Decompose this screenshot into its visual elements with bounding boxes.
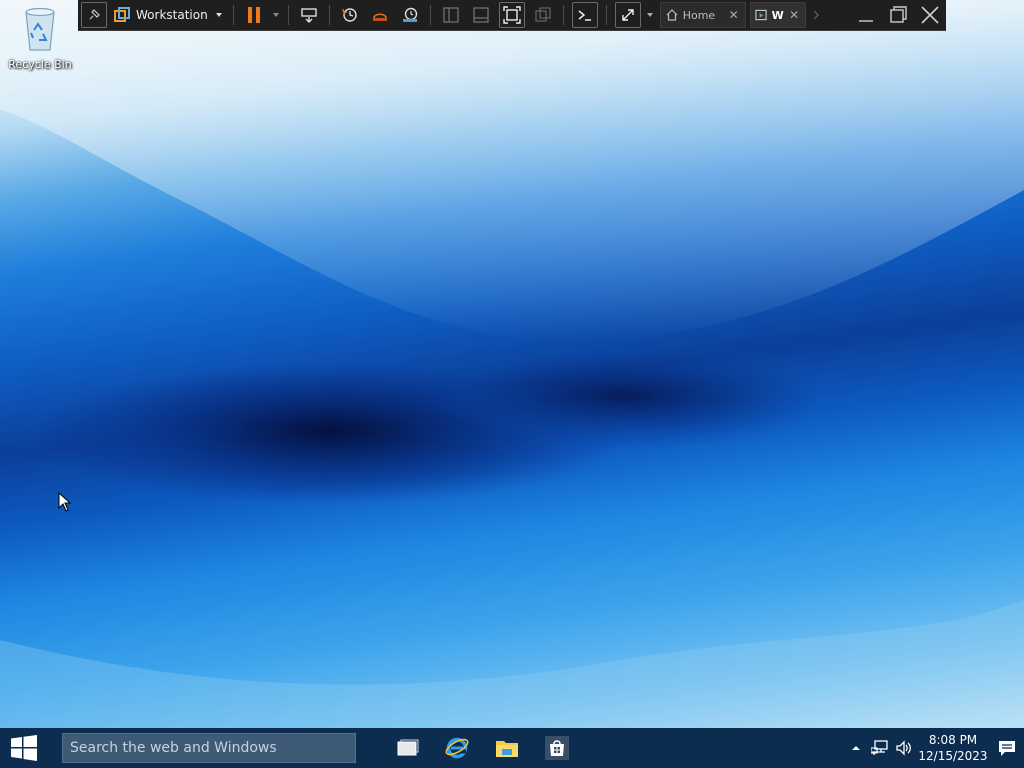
file-explorer-button[interactable] bbox=[482, 728, 532, 768]
terminal-icon bbox=[578, 10, 591, 21]
send-ctrl-alt-del-button[interactable] bbox=[297, 3, 321, 27]
tab-home[interactable]: Home ✕ bbox=[659, 2, 746, 28]
desktop-icon-recycle-bin[interactable]: Recycle Bin bbox=[4, 4, 76, 76]
close-window-button[interactable] bbox=[918, 3, 942, 27]
desktop: Recycle Bin Workstation Home ✕ W ✕ Searc… bbox=[0, 0, 1024, 768]
chevron-right-icon bbox=[813, 10, 819, 20]
tab-vm-label: W bbox=[771, 8, 784, 22]
toolbar-separator bbox=[232, 5, 234, 25]
workstation-menu[interactable]: Workstation bbox=[110, 3, 228, 27]
toolbar-separator bbox=[562, 5, 564, 25]
network-icon bbox=[871, 740, 888, 755]
taskbar-search-box[interactable] bbox=[62, 733, 356, 763]
snapshot-icon bbox=[342, 8, 357, 22]
clock-date: 12/15/2023 bbox=[918, 749, 988, 763]
snapshot-manager-button[interactable] bbox=[398, 3, 422, 27]
close-tab-button[interactable]: ✕ bbox=[727, 8, 741, 22]
thumbnail-bar-icon bbox=[473, 7, 489, 23]
unity-icon bbox=[535, 7, 551, 22]
vmware-logo-icon bbox=[114, 7, 130, 22]
stretch-guest-button[interactable] bbox=[614, 2, 641, 28]
snapshot-button[interactable] bbox=[338, 3, 362, 27]
minimize-button[interactable] bbox=[854, 3, 878, 27]
pinned-apps bbox=[382, 728, 582, 768]
volume-icon bbox=[896, 740, 911, 756]
toolbar-separator bbox=[328, 5, 330, 25]
windows-logo-icon bbox=[11, 735, 37, 761]
snapshot-manager-icon bbox=[402, 7, 417, 22]
volume-button[interactable] bbox=[892, 728, 916, 768]
stretch-dropdown[interactable] bbox=[644, 3, 656, 27]
vm-icon bbox=[755, 9, 767, 21]
vmware-toolbar: Workstation Home ✕ W ✕ bbox=[78, 0, 946, 31]
wallpaper bbox=[0, 0, 1024, 728]
pin-button[interactable] bbox=[81, 2, 107, 28]
window-controls bbox=[850, 3, 946, 27]
workstation-menu-label: Workstation bbox=[136, 8, 208, 22]
mouse-cursor-icon bbox=[58, 492, 72, 512]
search-input[interactable] bbox=[63, 739, 355, 757]
toolbar-separator bbox=[429, 5, 431, 25]
store-icon bbox=[545, 736, 569, 760]
stretch-icon bbox=[621, 9, 634, 21]
recycle-bin-icon bbox=[25, 7, 55, 51]
chevron-down-icon bbox=[272, 13, 279, 17]
tab-vm[interactable]: W ✕ bbox=[749, 2, 806, 28]
show-hidden-icons-button[interactable] bbox=[844, 728, 868, 768]
tab-home-label: Home bbox=[682, 8, 716, 22]
tab-scroll-right[interactable] bbox=[809, 3, 823, 27]
store-button[interactable] bbox=[532, 728, 582, 768]
chevron-down-icon bbox=[215, 13, 222, 17]
network-button[interactable] bbox=[868, 728, 892, 768]
show-thumbnail-bar-button[interactable] bbox=[469, 3, 493, 27]
restore-icon bbox=[890, 6, 907, 23]
send-keys-icon bbox=[300, 8, 317, 23]
toolbar-separator bbox=[605, 5, 607, 25]
taskbar: 8:08 PM 12/15/2023 bbox=[0, 728, 1024, 768]
minimize-icon bbox=[859, 20, 873, 22]
close-icon bbox=[921, 6, 939, 24]
desktop-icon-label: Recycle Bin bbox=[8, 58, 72, 71]
pause-button[interactable] bbox=[242, 3, 266, 27]
pause-icon bbox=[247, 7, 260, 23]
clock-time: 8:08 PM bbox=[928, 733, 978, 747]
start-button[interactable] bbox=[0, 728, 48, 768]
full-screen-icon bbox=[502, 6, 521, 24]
system-tray: 8:08 PM 12/15/2023 bbox=[844, 728, 1024, 768]
toolbar-separator bbox=[287, 5, 289, 25]
full-screen-button[interactable] bbox=[498, 2, 525, 28]
chevron-up-icon bbox=[852, 746, 860, 750]
action-center-button[interactable] bbox=[990, 728, 1024, 768]
file-explorer-icon bbox=[496, 741, 518, 757]
library-icon bbox=[443, 7, 459, 23]
internet-explorer-icon bbox=[445, 737, 469, 759]
home-icon bbox=[666, 9, 678, 21]
show-library-button[interactable] bbox=[439, 3, 463, 27]
pin-icon bbox=[89, 9, 100, 20]
restore-button[interactable] bbox=[886, 3, 910, 27]
console-view-button[interactable] bbox=[571, 2, 598, 28]
close-tab-button[interactable]: ✕ bbox=[788, 8, 801, 22]
taskbar-clock[interactable]: 8:08 PM 12/15/2023 bbox=[916, 732, 990, 764]
revert-snapshot-icon bbox=[372, 13, 387, 21]
task-view-button[interactable] bbox=[382, 728, 432, 768]
power-dropdown[interactable] bbox=[269, 3, 283, 27]
notification-icon bbox=[999, 741, 1015, 756]
chevron-down-icon bbox=[646, 13, 653, 17]
revert-snapshot-button[interactable] bbox=[368, 3, 392, 27]
unity-button[interactable] bbox=[531, 3, 555, 27]
internet-explorer-button[interactable] bbox=[432, 728, 482, 768]
task-view-icon bbox=[397, 739, 419, 756]
